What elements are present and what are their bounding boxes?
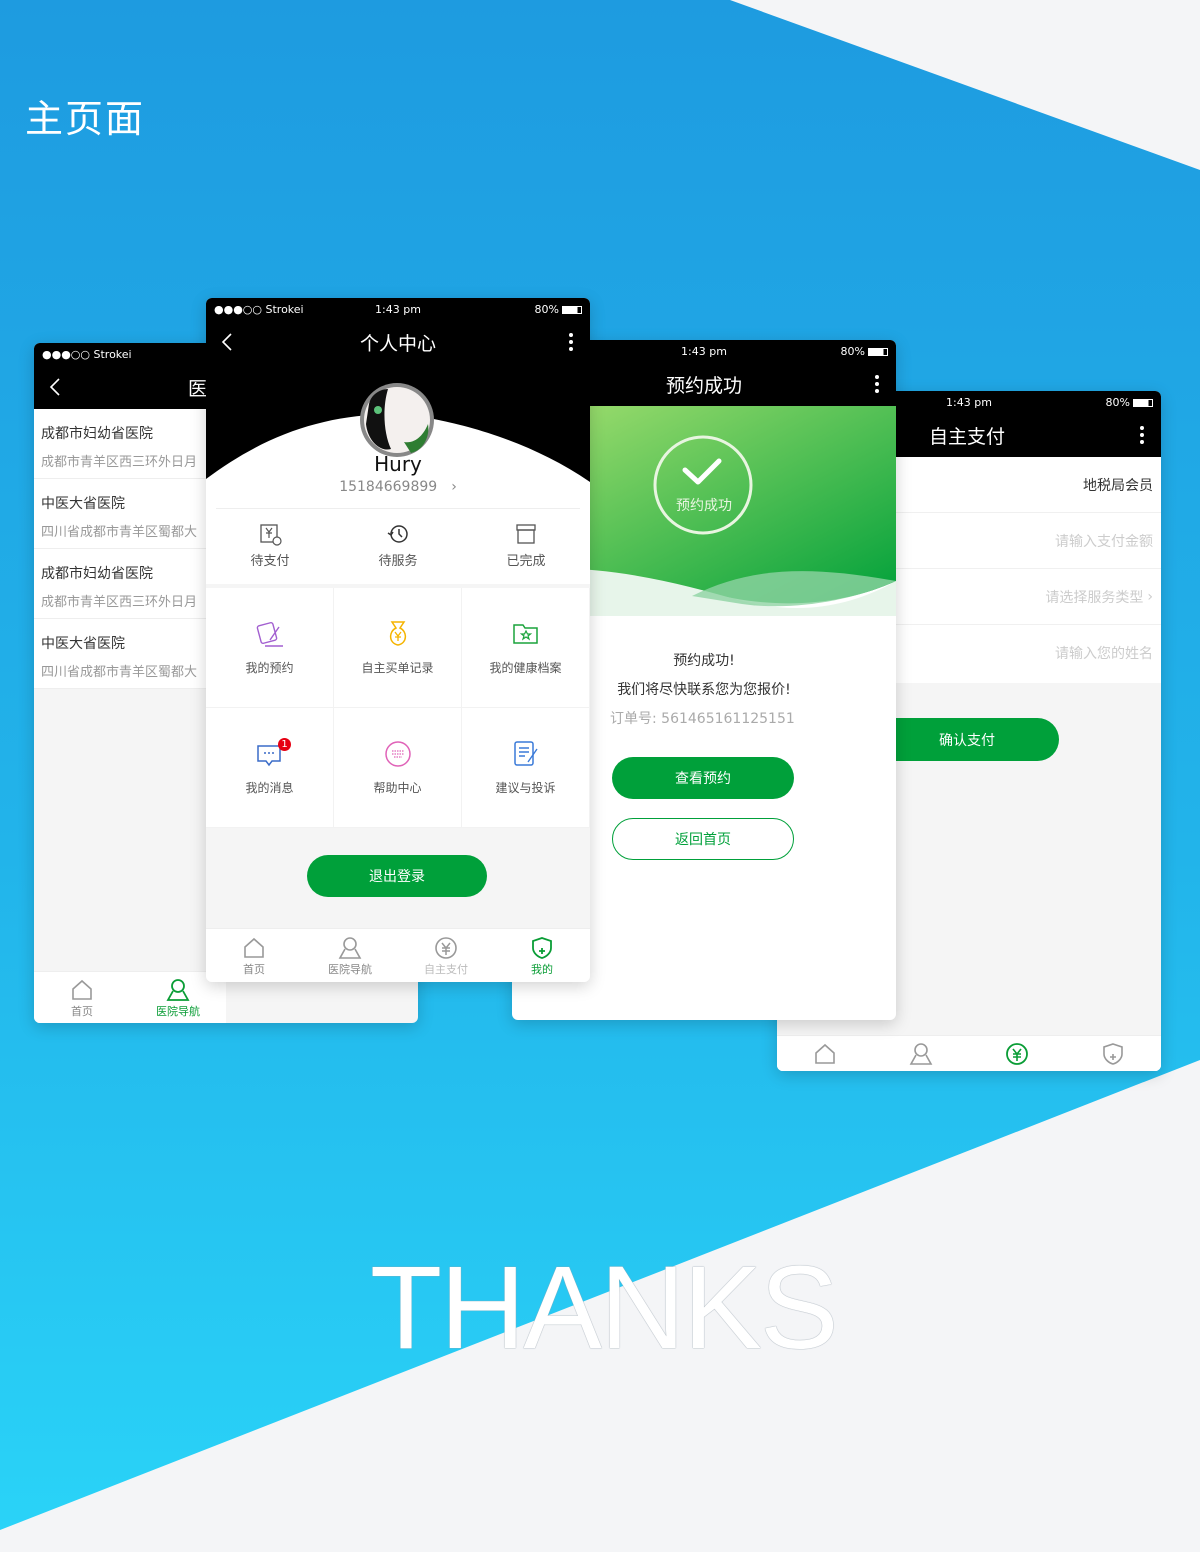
logout-button[interactable]: 退出登录 <box>307 855 487 897</box>
nav-label: 首页 <box>243 962 265 976</box>
nav-label: 首页 <box>71 1004 93 1018</box>
nav-label: 我的 <box>531 962 553 976</box>
nav-home[interactable] <box>777 1036 873 1071</box>
home-icon <box>72 979 92 1000</box>
home-icon <box>244 937 264 958</box>
grid-health-records[interactable]: 我的健康档案 <box>462 588 590 708</box>
avatar <box>360 383 434 457</box>
nav-label: 医院导航 <box>328 962 372 976</box>
page-heading: 主页面 <box>25 97 146 141</box>
user-phone: 15184669899 <box>339 479 438 495</box>
grid-help-center[interactable]: 帮助中心 <box>334 708 462 828</box>
screen-title: 个人中心 <box>359 332 436 355</box>
screen-title: 自主支付 <box>929 425 1006 448</box>
confirm-pay-button[interactable]: 确认支付 <box>875 718 1059 761</box>
nav-pay[interactable]: 自主支付 <box>398 929 494 982</box>
nav-home[interactable]: 首页 <box>34 972 130 1023</box>
nav-hospital[interactable] <box>873 1036 969 1071</box>
screen-title: 预约成功 <box>665 374 742 397</box>
user-phone-link[interactable]: 15184669899 › <box>206 479 590 495</box>
yuan-icon <box>435 936 457 959</box>
grid-label: 帮助中心 <box>373 781 422 795</box>
user-name: Hury <box>374 452 422 476</box>
grid-my-appointments[interactable]: 我的预约 <box>206 588 334 708</box>
home-icon <box>815 1043 835 1064</box>
chevron-right-icon: › <box>451 479 457 495</box>
view-appointment-button[interactable]: 查看预约 <box>612 757 794 799</box>
order-label: 已完成 <box>506 553 546 569</box>
order-completed[interactable]: 已完成 <box>462 510 590 580</box>
note-pen-icon <box>256 621 283 647</box>
service-placeholder: 请选择服务类型 <box>1045 589 1144 606</box>
map-pin-icon <box>909 1042 933 1065</box>
more-icon[interactable] <box>874 374 880 394</box>
back-icon[interactable] <box>48 377 62 397</box>
keyboard-icon <box>384 741 411 767</box>
nav-label: 医院导航 <box>156 1004 200 1018</box>
unread-badge: 1 <box>278 738 291 751</box>
history-icon <box>387 524 408 543</box>
grid-my-messages[interactable]: 1 我的消息 <box>206 708 334 828</box>
chevron-right-icon: › <box>1147 588 1153 605</box>
grid-feedback[interactable]: 建议与投诉 <box>462 708 590 828</box>
grid-label: 我的预约 <box>245 661 294 675</box>
profile-screen: ●●●○○ Strokei 1:43 pm 80% 个人中心 Hury 151846… <box>206 298 590 982</box>
nav-home[interactable]: 首页 <box>206 929 302 982</box>
nav-hospital[interactable]: 医院导航 <box>302 929 398 982</box>
more-icon[interactable] <box>568 332 574 352</box>
thanks-text: THANKS <box>370 1242 839 1374</box>
document-edit-icon <box>513 741 538 766</box>
status-time: 1:43 pm <box>375 302 421 316</box>
nav-pay[interactable] <box>969 1036 1065 1071</box>
order-label: 待服务 <box>378 553 418 569</box>
grid-payment-records[interactable]: 自主买单记录 <box>334 588 462 708</box>
back-icon[interactable] <box>220 332 234 352</box>
more-icon[interactable] <box>1139 425 1145 445</box>
nav-mine[interactable]: 我的 <box>494 929 590 982</box>
order-label: 订单号: <box>610 711 657 727</box>
map-pin-icon <box>166 978 190 1001</box>
nav-mine[interactable] <box>1065 1036 1161 1071</box>
order-number: 561465161125151 <box>661 711 795 727</box>
box-icon <box>516 523 536 544</box>
grid-label: 我的消息 <box>245 781 294 795</box>
order-label: 待支付 <box>250 553 290 569</box>
order-pending-pay[interactable]: 待支付 <box>206 510 334 580</box>
grid-label: 建议与投诉 <box>495 781 556 795</box>
order-pending-service[interactable]: 待服务 <box>334 510 462 580</box>
nav-label: 自主支付 <box>424 962 468 976</box>
money-bag-icon <box>389 621 406 646</box>
yuan-clock-icon <box>260 523 282 546</box>
map-pin-icon <box>338 936 362 959</box>
yuan-icon <box>1006 1042 1028 1065</box>
folder-star-icon <box>512 624 538 644</box>
shield-icon <box>1103 1042 1123 1065</box>
back-home-button[interactable]: 返回首页 <box>612 818 794 860</box>
grid-label: 自主买单记录 <box>361 661 434 675</box>
shield-icon <box>532 936 552 959</box>
carrier: ●●●○○ Strokei <box>42 347 132 361</box>
feature-grid: 我的预约 自主买单记录 我的健康档案 1 我的消息 帮助中心 建议与投诉 <box>206 588 590 828</box>
grid-label: 我的健康档案 <box>489 661 562 675</box>
